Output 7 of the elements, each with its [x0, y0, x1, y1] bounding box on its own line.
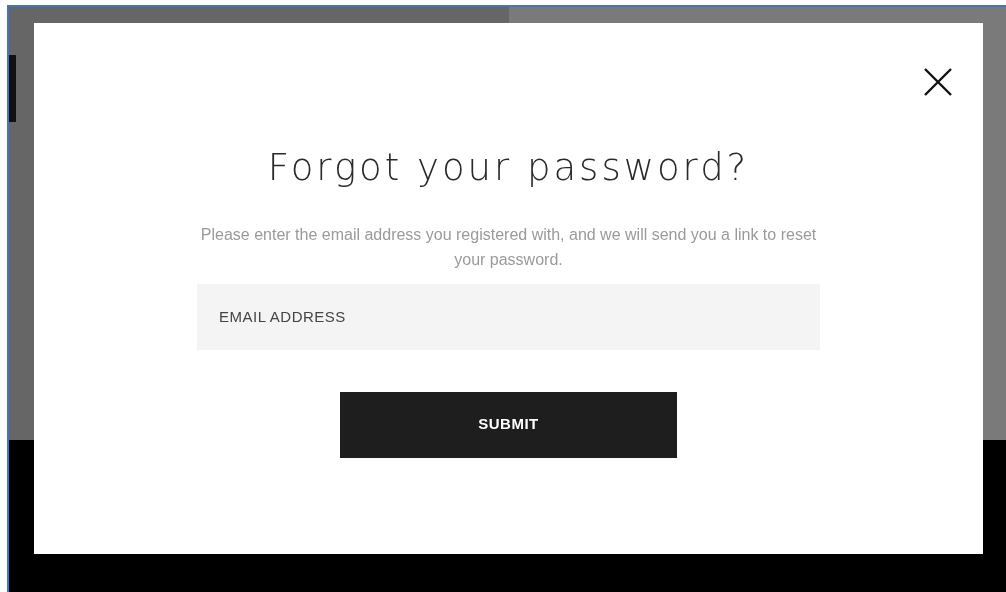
dialog-title: Forgot your password? [267, 145, 750, 191]
close-icon [923, 67, 953, 97]
submit-button[interactable]: SUBMIT [340, 391, 677, 458]
dialog-message: Please enter the email address you registered with, and we will send you a link to reset your password. [199, 224, 818, 270]
side-bar [9, 55, 16, 122]
email-field[interactable]: EMAIL ADDRESS [197, 283, 820, 350]
close-button[interactable] [923, 67, 953, 97]
